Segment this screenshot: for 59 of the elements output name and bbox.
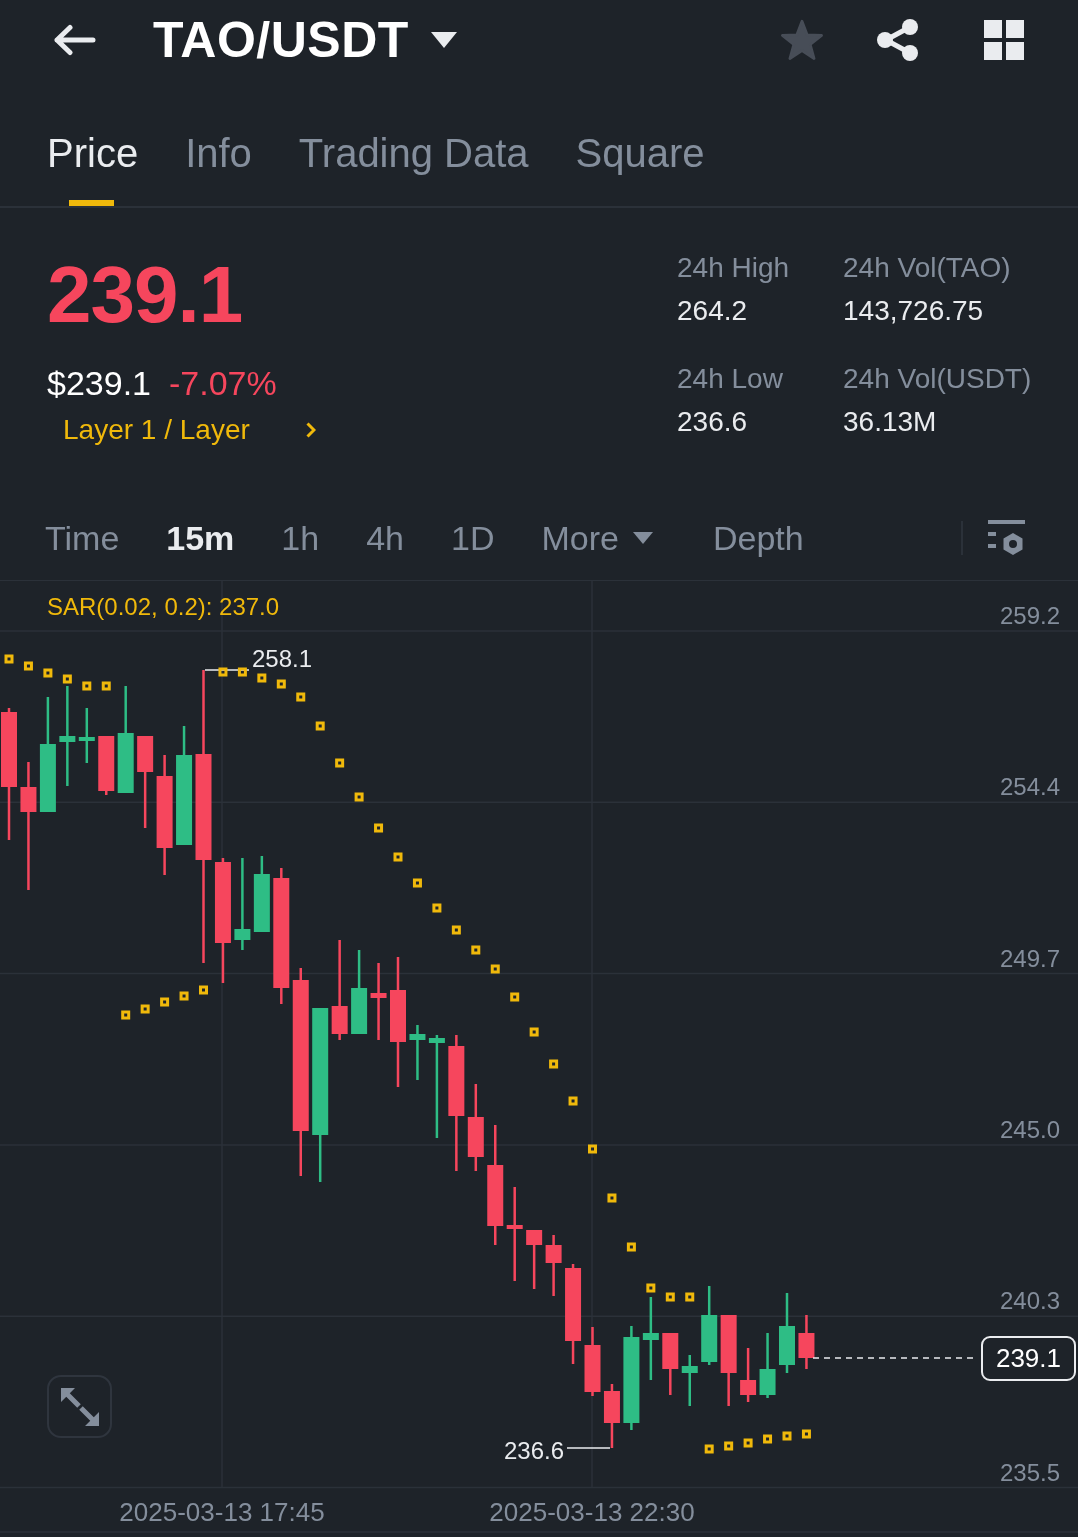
- candlestick: [545, 1235, 562, 1296]
- leader-line: [566, 1447, 611, 1449]
- pair-selector[interactable]: TAO/USDT: [153, 11, 457, 69]
- candlestick: [603, 1384, 620, 1448]
- view-tab[interactable]: Depth: [712, 517, 804, 558]
- back-icon[interactable]: [52, 24, 96, 56]
- candlestick: [798, 1315, 815, 1369]
- interval-tab[interactable]: 1D: [451, 517, 495, 558]
- chart-settings-icon[interactable]: [988, 519, 1025, 556]
- expand-icon: [60, 1387, 99, 1426]
- low-price-label: 236.6: [503, 1437, 564, 1464]
- candlestick: [740, 1348, 757, 1402]
- candlestick: [98, 736, 115, 795]
- tab[interactable]: Price: [47, 129, 139, 206]
- axis-label: 235.5: [999, 1458, 1060, 1486]
- interval-tab[interactable]: 4h: [366, 517, 404, 558]
- share-icon[interactable]: [877, 19, 918, 61]
- candlestick: [409, 1025, 426, 1080]
- stat-label: 24h Vol(TAO): [843, 251, 1012, 285]
- interval-tab[interactable]: 15m: [166, 517, 235, 558]
- expand-button[interactable]: [47, 1375, 112, 1438]
- axis-label: 259.2: [999, 602, 1060, 629]
- usd-price: $239.1: [47, 363, 151, 403]
- star-icon[interactable]: [780, 19, 824, 61]
- candlestick: [584, 1327, 601, 1396]
- high-price-label: 258.1: [252, 645, 313, 672]
- more-menu[interactable]: More: [541, 517, 653, 558]
- candlestick: [681, 1355, 698, 1406]
- last-price: 239.1: [47, 255, 243, 335]
- stat-label: 24h Vol(USDT): [843, 362, 1033, 396]
- axis-label: 240.3: [999, 1287, 1060, 1315]
- stat-value: 143,726.75: [843, 294, 985, 328]
- axis-label: 2025-03-13 22:30: [489, 1497, 695, 1527]
- axis-label: 254.4: [999, 773, 1060, 801]
- candlestick: [526, 1230, 543, 1289]
- candlestick: [78, 708, 95, 763]
- grid-icon[interactable]: [984, 20, 1024, 60]
- caret-down-icon: [632, 531, 653, 544]
- tab[interactable]: Square: [575, 129, 705, 206]
- stat-value: 264.2: [677, 294, 749, 328]
- stat-value: 36.13M: [843, 405, 938, 439]
- candlestick: [759, 1333, 776, 1398]
- caret-down-icon: [430, 32, 457, 48]
- price-tag: 239.1: [981, 1336, 1076, 1381]
- stat-value: 236.6: [677, 405, 749, 439]
- price-change: -7.07%: [169, 363, 277, 403]
- stat-label: 24h Low: [677, 362, 784, 396]
- interval-tab[interactable]: Time: [45, 517, 120, 558]
- axis-label: 245.0: [999, 1115, 1060, 1143]
- chevron-right-icon: [305, 422, 316, 438]
- interval-tab[interactable]: 1h: [281, 517, 320, 558]
- tab[interactable]: Info: [185, 129, 252, 206]
- category-link[interactable]: Layer 1 / Layer: [63, 413, 316, 447]
- axis-label: 2025-03-13 17:45: [119, 1497, 325, 1527]
- candlestick: [662, 1333, 679, 1395]
- tab[interactable]: Trading Data: [298, 129, 529, 206]
- stat-label: 24h High: [677, 251, 791, 285]
- axis-label: 249.7: [999, 944, 1060, 972]
- indicator-label: SAR(0.02, 0.2): 237.0: [47, 593, 280, 620]
